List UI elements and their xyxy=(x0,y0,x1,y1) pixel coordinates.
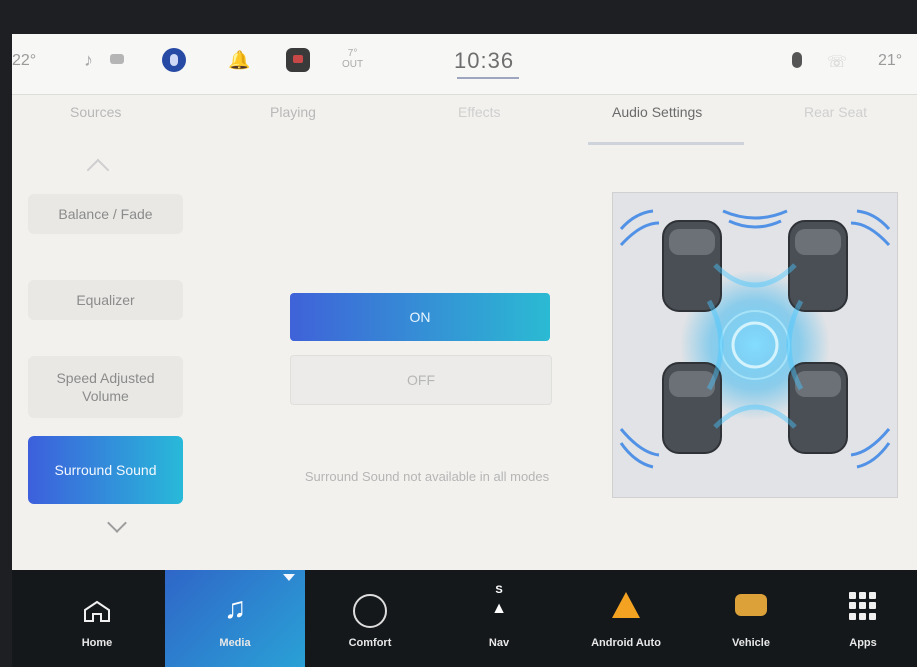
seat-surround-visual xyxy=(612,192,898,498)
voice-assistant-icon[interactable] xyxy=(162,48,186,72)
media-tabs: Sources Playing Effects Audio Settings R… xyxy=(12,104,917,144)
caret-down-icon[interactable] xyxy=(283,574,295,581)
surround-off-label: OFF xyxy=(407,372,435,388)
android-auto-label: Android Auto xyxy=(591,637,661,649)
media-label: Media xyxy=(219,637,251,649)
apps-button[interactable]: Apps xyxy=(828,570,898,667)
vehicle-icon xyxy=(735,594,767,616)
home-icon xyxy=(84,600,110,622)
surround-notice: Surround Sound not available in all mode… xyxy=(304,469,550,484)
left-temperature[interactable]: 22° xyxy=(12,52,36,70)
android-auto-icon xyxy=(612,592,640,618)
active-tab-indicator xyxy=(588,142,744,145)
clock-underline xyxy=(457,77,519,79)
bell-icon[interactable]: 🔔 xyxy=(228,50,250,71)
climate-icon xyxy=(353,594,387,628)
balance-fade-label: Balance / Fade xyxy=(58,206,153,222)
comfort-label: Comfort xyxy=(348,637,392,649)
home-label: Home xyxy=(81,637,113,649)
car-icon[interactable] xyxy=(110,54,124,64)
apps-grid-icon xyxy=(849,592,877,620)
bottom-navigation-bar: Home ♫ Media Comfort S ▲ Nav Android Aut… xyxy=(12,570,917,667)
infotainment-screen: 22° ♪ 🔔 7° OUT 10:36 ☏ 21° Sources Playi… xyxy=(12,34,917,667)
surround-off-button[interactable]: OFF xyxy=(290,355,552,405)
status-bar: 22° ♪ 🔔 7° OUT 10:36 ☏ 21° xyxy=(12,34,917,95)
nav-label: Nav xyxy=(488,637,510,649)
surround-sound-label: Surround Sound xyxy=(54,462,157,478)
compass-icon: ▲ xyxy=(491,600,507,617)
tab-effects[interactable]: Effects xyxy=(458,104,501,120)
nav-button[interactable]: S ▲ Nav xyxy=(464,570,534,667)
android-auto-button[interactable]: Android Auto xyxy=(574,570,678,667)
tab-playing[interactable]: Playing xyxy=(270,104,316,120)
compass-letter: S xyxy=(495,584,503,596)
comfort-button[interactable]: Comfort xyxy=(330,570,410,667)
app-icon[interactable] xyxy=(286,48,310,72)
speed-adjusted-volume-button[interactable]: Speed Adjusted Volume xyxy=(28,356,183,418)
tab-rear-seat[interactable]: Rear Seat xyxy=(804,104,867,120)
phone-icon[interactable]: ☏ xyxy=(827,52,847,72)
apps-label: Apps xyxy=(849,637,877,649)
vehicle-button[interactable]: Vehicle xyxy=(710,570,792,667)
surround-sound-button[interactable]: Surround Sound xyxy=(28,436,183,504)
scroll-up-icon[interactable] xyxy=(86,158,110,182)
equalizer-button[interactable]: Equalizer xyxy=(28,280,183,320)
home-button[interactable]: Home xyxy=(60,570,134,667)
music-note-icon: ♫ xyxy=(223,592,247,625)
weather-temp: 7° xyxy=(347,48,358,59)
surround-on-label: ON xyxy=(409,309,431,325)
weather-unit: OUT xyxy=(342,59,364,70)
right-temperature[interactable]: 21° xyxy=(878,52,902,70)
scroll-down-icon[interactable] xyxy=(107,513,127,533)
tab-sources[interactable]: Sources xyxy=(70,104,121,120)
balance-fade-button[interactable]: Balance / Fade xyxy=(28,194,183,234)
outside-temperature: 7° OUT xyxy=(342,48,363,70)
surround-on-button[interactable]: ON xyxy=(290,293,550,341)
clock: 10:36 xyxy=(454,48,515,73)
music-note-icon[interactable]: ♪ xyxy=(84,50,93,71)
equalizer-label: Equalizer xyxy=(76,292,135,308)
tab-audio-settings[interactable]: Audio Settings xyxy=(612,104,702,120)
vehicle-label: Vehicle xyxy=(732,637,770,649)
microphone-icon[interactable] xyxy=(792,52,802,68)
speed-adjusted-volume-label: Speed Adjusted Volume xyxy=(56,370,155,404)
seat-surround-graphic xyxy=(619,209,891,469)
media-button[interactable]: ♫ Media xyxy=(165,570,305,667)
